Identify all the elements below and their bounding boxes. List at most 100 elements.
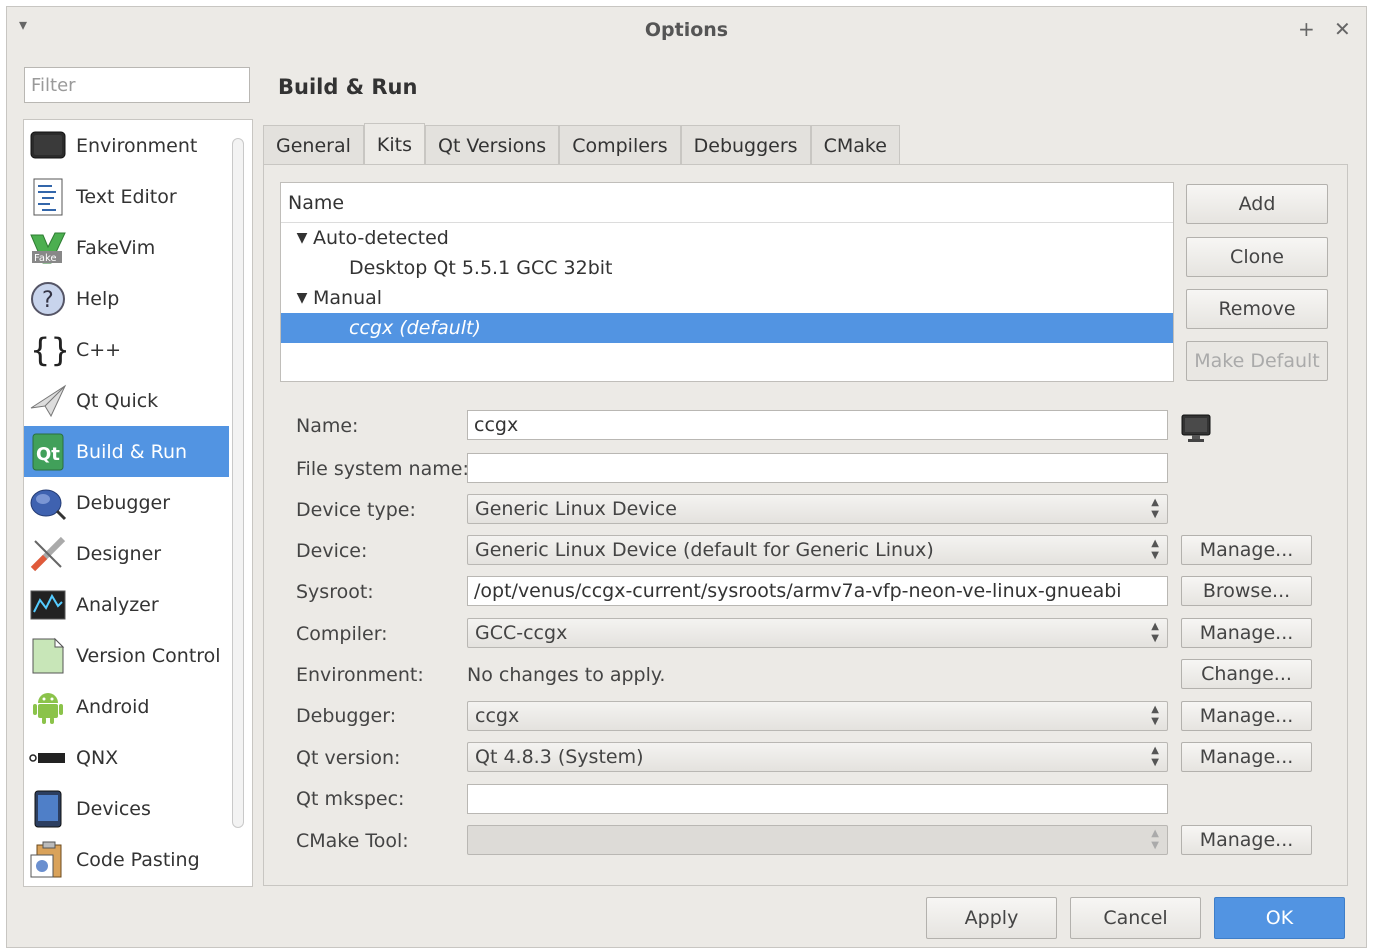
- qnx-logo-icon: [28, 738, 68, 778]
- updown-arrows-icon: ▲ ▼: [1151, 538, 1159, 561]
- sidebar-item-cpp[interactable]: {} C++: [24, 324, 229, 375]
- tree-header-name[interactable]: Name: [281, 183, 1173, 223]
- title-bar: ▾ Options + ✕: [7, 7, 1366, 51]
- clone-button[interactable]: Clone: [1186, 237, 1328, 277]
- svg-text:Fake: Fake: [34, 253, 57, 264]
- qt-version-manage-button[interactable]: Manage...: [1181, 742, 1312, 772]
- updown-arrows-icon: ▲ ▼: [1151, 621, 1159, 644]
- device-type-select[interactable]: Generic Linux Device ▲ ▼: [467, 494, 1168, 524]
- name-input[interactable]: ccgx: [467, 410, 1168, 440]
- sidebar-item-code-pasting[interactable]: Code Pasting: [24, 834, 229, 885]
- sidebar-item-qt-quick[interactable]: Qt Quick: [24, 375, 229, 426]
- sidebar-item-text-editor[interactable]: Text Editor: [24, 171, 229, 222]
- window-title: Options: [644, 19, 729, 41]
- debugger-select[interactable]: ccgx ▲ ▼: [467, 701, 1168, 731]
- sysroot-input[interactable]: /opt/venus/ccgx-current/sysroots/armv7a-…: [467, 576, 1168, 606]
- svg-text:Qt: Qt: [36, 444, 60, 465]
- filter-input[interactable]: [24, 67, 250, 103]
- tree-item-desktop-kit[interactable]: Desktop Qt 5.5.1 GCC 32bit: [281, 253, 1173, 283]
- braces-icon: {}: [28, 330, 68, 370]
- pin-icon[interactable]: +: [1298, 17, 1315, 41]
- page-title: Build & Run: [278, 75, 418, 99]
- tree-group-auto-detected[interactable]: ▼ Auto-detected: [281, 223, 1173, 253]
- updown-arrows-icon: ▲ ▼: [1151, 497, 1159, 520]
- document-icon: [28, 636, 68, 676]
- make-default-button[interactable]: Make Default: [1186, 341, 1328, 381]
- svg-text:?: ?: [42, 288, 54, 313]
- svg-text:{}: {}: [30, 332, 66, 368]
- sidebar-item-help[interactable]: ? Help: [24, 273, 229, 324]
- add-button[interactable]: Add: [1186, 184, 1328, 224]
- device-manage-button[interactable]: Manage...: [1181, 535, 1312, 565]
- name-label: Name:: [296, 415, 359, 437]
- sidebar-scrollbar[interactable]: [232, 138, 244, 828]
- android-icon: [28, 687, 68, 727]
- tab-kits[interactable]: Kits: [363, 123, 425, 165]
- tab-bar: General Kits Qt Versions Compilers Debug…: [263, 123, 900, 165]
- compiler-label: Compiler:: [296, 623, 388, 645]
- device-select[interactable]: Generic Linux Device (default for Generi…: [467, 535, 1168, 565]
- cancel-button[interactable]: Cancel: [1070, 897, 1201, 939]
- bug-icon: [28, 483, 68, 523]
- tab-debuggers[interactable]: Debuggers: [680, 125, 811, 165]
- compiler-select[interactable]: GCC-ccgx ▲ ▼: [467, 618, 1168, 648]
- sidebar-item-debugger[interactable]: Debugger: [24, 477, 229, 528]
- qt-version-label: Qt version:: [296, 747, 401, 769]
- apply-button[interactable]: Apply: [926, 897, 1057, 939]
- sidebar-item-environment[interactable]: Environment: [24, 120, 229, 171]
- sidebar-item-devices[interactable]: Devices: [24, 783, 229, 834]
- analyzer-icon: [28, 585, 68, 625]
- sidebar-item-analyzer[interactable]: Analyzer: [24, 579, 229, 630]
- close-icon[interactable]: ✕: [1334, 17, 1351, 41]
- tab-general[interactable]: General: [263, 125, 364, 165]
- remove-button[interactable]: Remove: [1186, 289, 1328, 329]
- debugger-manage-button[interactable]: Manage...: [1181, 701, 1312, 731]
- help-icon: ?: [28, 279, 68, 319]
- paper-plane-icon: [28, 381, 68, 421]
- cmake-tool-select[interactable]: ▲ ▼: [467, 825, 1168, 855]
- sidebar-item-build-run[interactable]: Qt Build & Run: [24, 426, 229, 477]
- environment-change-button[interactable]: Change...: [1181, 659, 1312, 689]
- sidebar: Environment Text Editor Fake FakeVim ? H…: [23, 119, 253, 887]
- tree-group-manual[interactable]: ▼ Manual: [281, 283, 1173, 313]
- qt-mkspec-label: Qt mkspec:: [296, 788, 405, 810]
- expand-triangle-icon[interactable]: ▼: [291, 230, 313, 246]
- debugger-label: Debugger:: [296, 705, 397, 727]
- kits-panel: Name ▼ Auto-detected Desktop Qt 5.5.1 GC…: [263, 164, 1348, 886]
- kits-tree[interactable]: Name ▼ Auto-detected Desktop Qt 5.5.1 GC…: [280, 182, 1174, 382]
- expand-triangle-icon[interactable]: ▼: [291, 290, 313, 306]
- tab-qt-versions[interactable]: Qt Versions: [424, 125, 560, 165]
- tree-item-ccgx-kit[interactable]: ccgx (default): [281, 313, 1173, 343]
- sysroot-browse-button[interactable]: Browse...: [1181, 576, 1312, 606]
- options-window: ▾ Options + ✕ Environment Text Editor Fa…: [6, 6, 1367, 948]
- monitor-icon: [28, 126, 68, 166]
- sysroot-label: Sysroot:: [296, 581, 374, 603]
- tab-cmake[interactable]: CMake: [810, 125, 900, 165]
- sidebar-item-android[interactable]: Android: [24, 681, 229, 732]
- sidebar-item-designer[interactable]: Designer: [24, 528, 229, 579]
- device-label: Device:: [296, 540, 368, 562]
- monitor-icon[interactable]: [1181, 413, 1211, 443]
- sidebar-item-version-control[interactable]: Version Control: [24, 630, 229, 681]
- environment-label: Environment:: [296, 664, 424, 686]
- compiler-manage-button[interactable]: Manage...: [1181, 618, 1312, 648]
- cmake-tool-manage-button[interactable]: Manage...: [1181, 825, 1312, 855]
- qt-build-icon: Qt: [28, 432, 68, 472]
- updown-arrows-icon: ▲ ▼: [1151, 704, 1159, 727]
- text-editor-icon: [28, 177, 68, 217]
- fs-name-input[interactable]: [467, 453, 1168, 483]
- tablet-icon: [28, 789, 68, 829]
- tab-compilers[interactable]: Compilers: [559, 125, 681, 165]
- device-type-label: Device type:: [296, 499, 416, 521]
- sidebar-item-qnx[interactable]: QNX: [24, 732, 229, 783]
- qt-mkspec-input[interactable]: [467, 784, 1168, 814]
- sidebar-item-fakevim[interactable]: Fake FakeVim: [24, 222, 229, 273]
- qt-version-select[interactable]: Qt 4.8.3 (System) ▲ ▼: [467, 742, 1168, 772]
- updown-arrows-icon: ▲ ▼: [1151, 745, 1159, 768]
- cmake-tool-label: CMake Tool:: [296, 830, 409, 852]
- updown-arrows-icon: ▲ ▼: [1151, 828, 1159, 851]
- ok-button[interactable]: OK: [1214, 897, 1345, 939]
- code-pasting-icon: [28, 840, 68, 880]
- fakevim-icon: Fake: [28, 228, 68, 268]
- fs-name-label: File system name:: [296, 458, 469, 480]
